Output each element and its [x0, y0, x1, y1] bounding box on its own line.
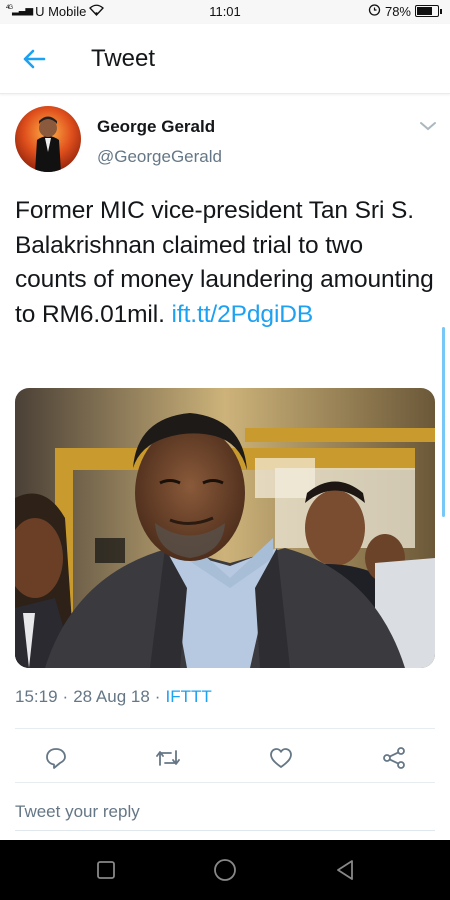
recent-apps-icon: [97, 861, 115, 879]
nav-back-button[interactable]: [330, 855, 360, 885]
tweet-time: 15:19: [15, 687, 58, 706]
home-button[interactable]: [210, 855, 240, 885]
tweet-text: Former MIC vice-president Tan Sri S. Bal…: [15, 194, 440, 332]
like-button[interactable]: [263, 740, 299, 776]
recent-apps-button[interactable]: [91, 855, 121, 885]
back-icon: [337, 860, 353, 880]
chevron-down-icon: [420, 122, 436, 131]
tweet-menu-button[interactable]: [418, 119, 438, 131]
app-bar: Tweet: [0, 24, 450, 94]
tweet-actions: [0, 740, 450, 776]
share-icon: [383, 747, 405, 769]
meta-separator: ·: [62, 687, 69, 706]
status-bar: 4G▂▃▅ U Mobile 11:01 78%: [0, 0, 450, 24]
scrollbar[interactable]: [442, 327, 445, 517]
reply-icon: [46, 748, 66, 769]
like-icon: [270, 748, 292, 768]
share-button[interactable]: [376, 740, 412, 776]
back-button[interactable]: [18, 44, 50, 74]
reply-button[interactable]: [38, 740, 74, 776]
reply-input[interactable]: Tweet your reply: [15, 795, 435, 831]
tweet-media[interactable]: [15, 388, 435, 668]
retweet-icon: [156, 750, 180, 766]
battery-icon: [415, 5, 439, 17]
battery-percent: 78%: [384, 3, 411, 19]
tweet-source[interactable]: IFTTT: [165, 687, 211, 707]
home-icon: [214, 859, 236, 881]
status-right: 78%: [368, 3, 442, 19]
battery-tip: [440, 8, 442, 14]
tweet-meta: 15:19 · 28 Aug 18 · IFTTT: [15, 687, 212, 707]
alarm-icon: [368, 3, 381, 19]
author-handle[interactable]: @GeorgeGerald: [97, 147, 222, 167]
avatar[interactable]: [15, 106, 81, 172]
author-name[interactable]: George Gerald: [97, 117, 215, 137]
retweet-button[interactable]: [150, 740, 186, 776]
tweet-link[interactable]: ift.tt/2PdgiDB: [172, 301, 314, 328]
meta-separator: ·: [154, 687, 161, 706]
arrow-left-icon: [23, 49, 46, 69]
page-title: Tweet: [91, 45, 156, 72]
tweet-date: 28 Aug 18: [73, 687, 150, 706]
system-nav-bar: [0, 840, 450, 900]
divider: [15, 782, 435, 783]
divider: [15, 728, 435, 729]
